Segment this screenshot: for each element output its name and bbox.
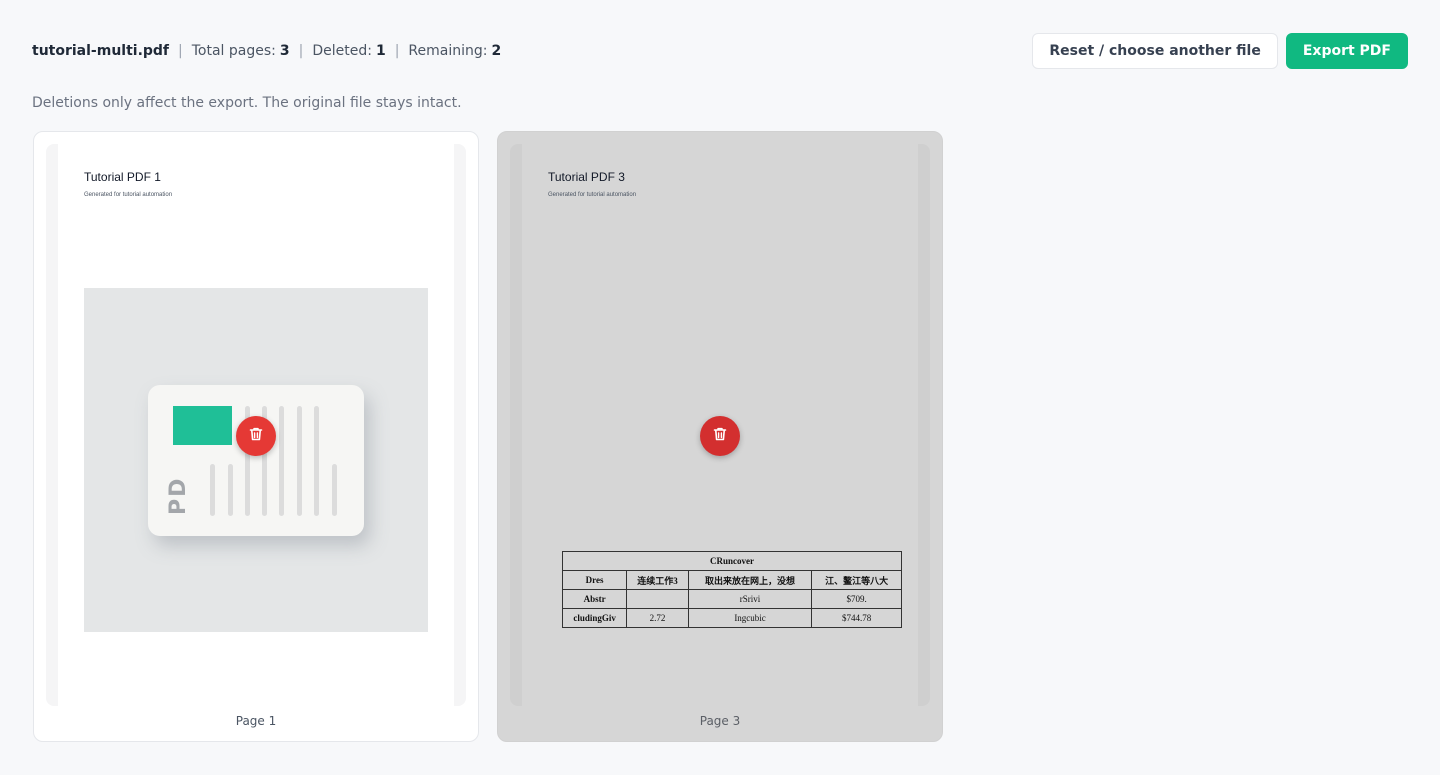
- deletion-hint: Deletions only affect the export. The or…: [32, 95, 462, 111]
- trash-icon: [712, 426, 728, 446]
- delete-page-button[interactable]: [700, 416, 740, 456]
- separator: |: [178, 43, 183, 59]
- page-number-label: Page 3: [699, 714, 741, 728]
- table-row: cludingGiv 2.72 Ingcubic $744.78: [561, 608, 902, 628]
- table-caption: CRuncover: [562, 551, 902, 571]
- table-cell: [626, 589, 689, 609]
- table-header-cell: 江、鳌江等八大: [811, 570, 902, 590]
- pdf-page-subtitle: Generated for tutorial automation: [84, 192, 173, 198]
- deleted-value: 1: [375, 43, 386, 59]
- separator: |: [298, 43, 304, 59]
- file-name: tutorial-multi.pdf: [32, 43, 170, 59]
- reset-button[interactable]: Reset / choose another file: [1032, 33, 1278, 69]
- table-cell: $709.: [811, 589, 902, 609]
- pdf-page-subtitle: Generated for tutorial automation: [548, 192, 637, 198]
- export-pdf-button[interactable]: Export PDF: [1285, 33, 1408, 69]
- table-header-cell: 连续工作3: [626, 570, 689, 590]
- table-cell: Ingcubic: [687, 608, 813, 628]
- table-header-cell: 取出来放在网上，没想: [687, 570, 813, 590]
- document-line: [228, 464, 233, 516]
- separator: |: [394, 43, 400, 59]
- document-illustration-icon: PD: [148, 385, 364, 536]
- pdf-data-table: CRuncover Dres 连续工作3 取出来放在网上，没想 江、鳌江等八大 …: [561, 551, 902, 628]
- action-buttons: Reset / choose another file Export PDF: [1032, 33, 1408, 69]
- total-pages-label: Total pages:: [191, 43, 276, 59]
- file-info-bar: tutorial-multi.pdf | Total pages: 3 | De…: [32, 33, 501, 69]
- pdf-illustration: PD: [84, 288, 428, 632]
- document-pd-text: PD: [166, 476, 191, 515]
- page-card-1[interactable]: Tutorial PDF 1 Generated for tutorial au…: [33, 131, 479, 742]
- total-pages-value: 3: [279, 43, 290, 59]
- pdf-page-title: Tutorial PDF 1: [84, 170, 161, 184]
- page-number-label: Page 1: [235, 714, 277, 728]
- document-green-block: [173, 406, 232, 445]
- table-header-row: Dres 连续工作3 取出来放在网上，没想 江、鳌江等八大: [561, 570, 902, 590]
- table-header-cell: Dres: [561, 570, 628, 590]
- deleted-label: Deleted:: [312, 43, 372, 59]
- delete-page-button[interactable]: [236, 416, 276, 456]
- table-cell: cludingGiv: [561, 608, 628, 628]
- document-line: [210, 464, 215, 516]
- page-card-3[interactable]: Tutorial PDF 3 Generated for tutorial au…: [497, 131, 943, 742]
- document-line: [332, 464, 337, 516]
- table-cell: rSrivi: [687, 589, 813, 609]
- remaining-value: 2: [491, 43, 502, 59]
- document-line: [279, 406, 284, 516]
- trash-icon: [248, 426, 264, 446]
- pdf-page-title: Tutorial PDF 3: [548, 170, 625, 184]
- table-cell: $744.78: [811, 608, 902, 628]
- table-cell: 2.72: [626, 608, 689, 628]
- remaining-label: Remaining:: [408, 43, 488, 59]
- table-row: Abstr rSrivi $709.: [561, 589, 902, 609]
- document-line: [314, 406, 319, 516]
- document-line: [297, 406, 302, 516]
- table-cell: Abstr: [561, 589, 628, 609]
